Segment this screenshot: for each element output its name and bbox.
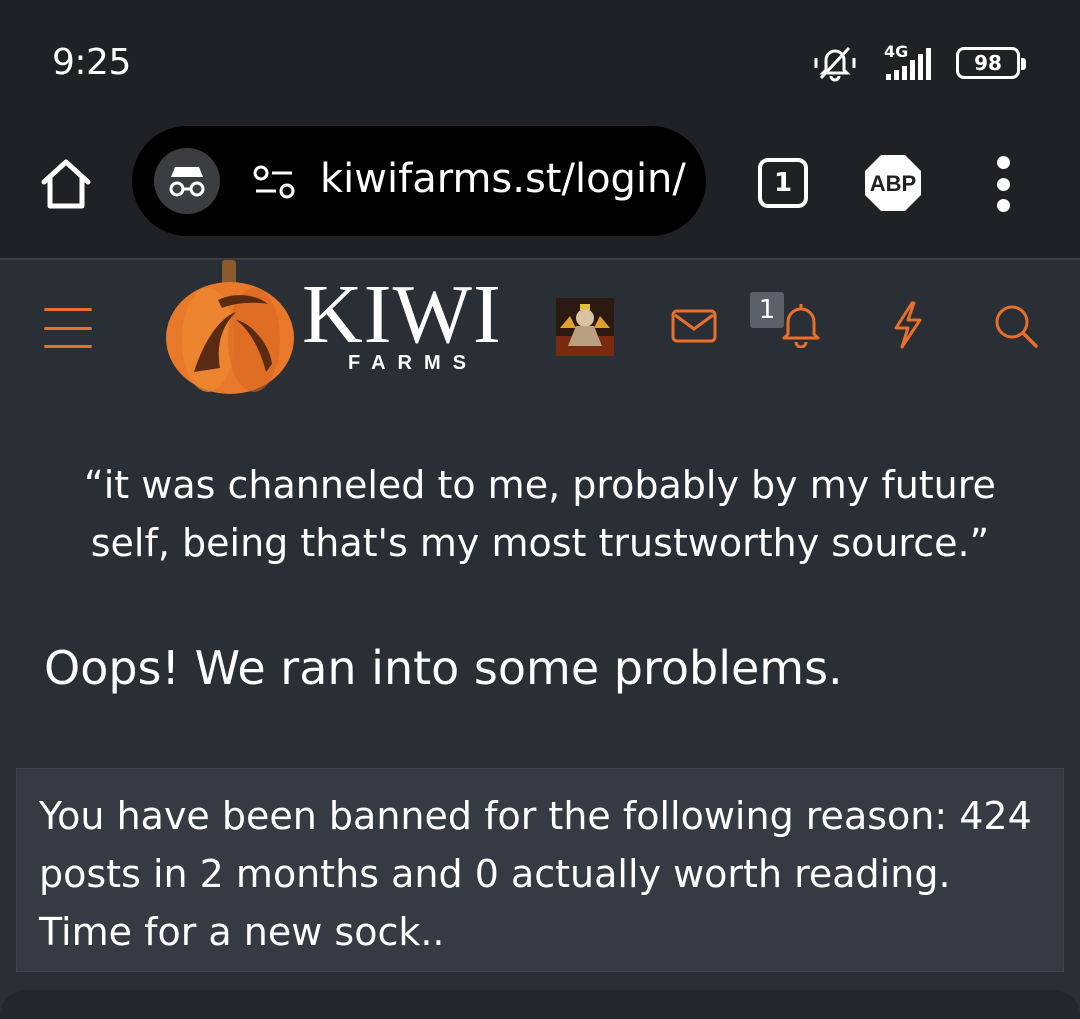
browser-toolbar: kiwifarms.st/login/ 1 ABP	[0, 120, 1080, 258]
header-quote: “it was channeled to me, probably by my …	[84, 463, 996, 565]
menu-icon[interactable]	[44, 308, 92, 348]
more-vert-icon[interactable]	[994, 156, 1012, 212]
notification-badge: 1	[750, 292, 784, 328]
signal-indicator: 4G	[876, 40, 938, 86]
tabs-button[interactable]: 1	[758, 158, 808, 208]
adblock-label: ABP	[870, 171, 916, 196]
search-icon[interactable]	[992, 302, 1040, 350]
error-title: Oops! We ran into some problems.	[44, 641, 843, 695]
vibrate-off-icon	[814, 46, 856, 82]
site-header: KIWI FARMS 1	[0, 260, 1080, 410]
network-type: 4G	[884, 42, 909, 61]
page-bottom-edge	[0, 990, 1080, 1019]
status-bar: 9:25 4G 98	[0, 0, 1080, 120]
logo-subtext: FARMS	[348, 352, 478, 374]
battery-icon: 98	[956, 47, 1026, 79]
page: KIWI FARMS 1 “it was channeled to me, pr…	[0, 258, 1080, 1019]
battery-level: 98	[974, 51, 1002, 75]
status-icons: 4G 98	[812, 40, 1026, 86]
logo-text[interactable]: KIWI	[302, 270, 502, 360]
tab-count: 1	[773, 168, 793, 198]
pumpkin-logo-icon[interactable]	[164, 260, 304, 398]
site-settings-icon[interactable]	[252, 164, 296, 200]
ban-message-box: You have been banned for the following r…	[16, 768, 1064, 972]
avatar[interactable]	[556, 298, 614, 356]
address-bar[interactable]: kiwifarms.st/login/	[132, 126, 706, 236]
home-icon[interactable]	[38, 156, 94, 212]
bolt-icon[interactable]	[890, 300, 926, 350]
status-time: 9:25	[52, 42, 131, 83]
mail-icon[interactable]	[670, 306, 718, 346]
bell-icon[interactable]	[780, 300, 822, 348]
url-text[interactable]: kiwifarms.st/login/	[320, 156, 686, 202]
ban-message: You have been banned for the following r…	[39, 794, 1032, 954]
incognito-icon	[154, 148, 220, 214]
adblock-icon[interactable]: ABP	[864, 154, 922, 212]
